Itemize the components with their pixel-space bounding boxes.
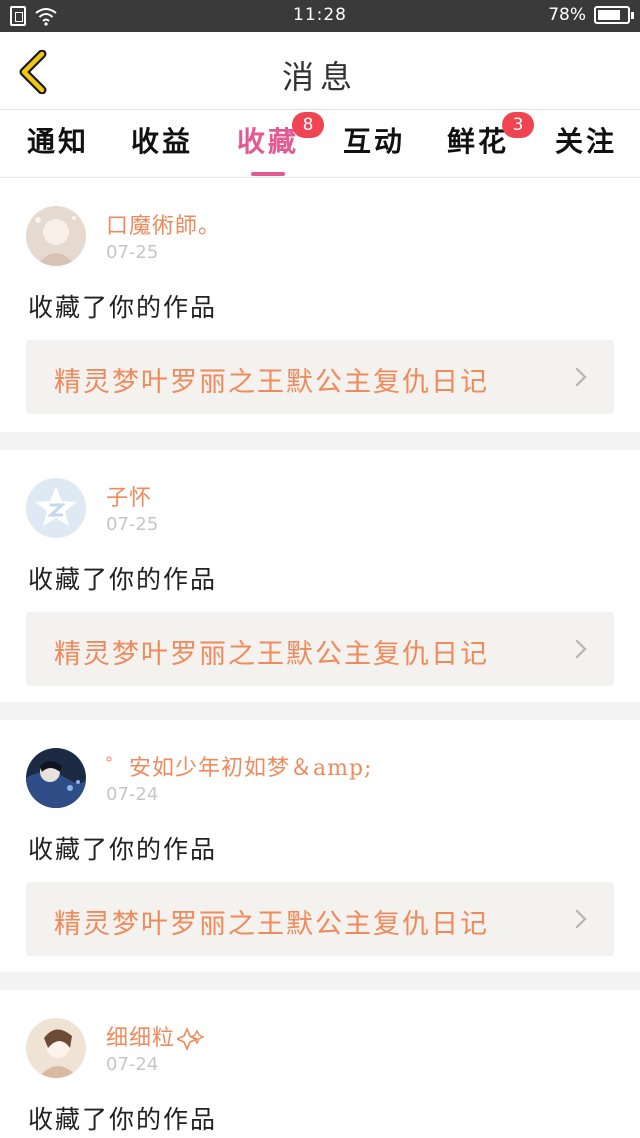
work-link[interactable]: 精灵梦叶罗丽之王默公主复仇日记 (26, 612, 614, 686)
avatar[interactable] (26, 206, 86, 266)
tab-label: 通知 (26, 125, 89, 158)
battery-icon (594, 6, 634, 24)
post-time: 07-24 (106, 784, 159, 805)
tab-badge: 3 (502, 112, 534, 138)
header: 消息 (0, 32, 640, 110)
battery-percent: 78% (548, 5, 586, 25)
user-name-text: 细细粒 (106, 1026, 176, 1051)
avatar[interactable] (26, 748, 86, 808)
tab-following[interactable]: 关注 (538, 120, 634, 176)
post-time: 07-25 (106, 514, 159, 535)
avatar-image (26, 478, 86, 538)
list-item: 细细粒 07-24 收藏了你的作品 (0, 990, 640, 1138)
chevron-right-icon (575, 639, 587, 659)
post-time: 07-25 (106, 242, 159, 263)
user-name[interactable]: 口魔術師。 (106, 208, 221, 240)
action-text: 收藏了你的作品 (28, 1105, 218, 1134)
list-item: ゜安如少年初如梦＆amp; 07-24 收藏了你的作品 精灵梦叶罗丽之王默公主复… (0, 720, 640, 972)
battery-fill (598, 10, 620, 20)
avatar[interactable] (26, 478, 86, 538)
tab-notifications[interactable]: 通知 (10, 120, 106, 176)
avatar-image (26, 748, 86, 808)
active-tab-indicator (251, 172, 285, 176)
status-bar: 11:28 78% (0, 0, 640, 32)
action-text: 收藏了你的作品 (28, 293, 218, 322)
chevron-right-icon (575, 909, 587, 929)
post-time: 07-24 (106, 1054, 159, 1075)
tab-label: 收藏 (236, 125, 299, 158)
tab-flowers[interactable]: 鲜花 3 (430, 112, 534, 176)
work-title: 精灵梦叶罗丽之王默公主复仇日记 (54, 367, 489, 398)
avatar-image (26, 206, 86, 266)
tab-label: 鲜花 (446, 125, 509, 158)
tab-favorites[interactable]: 收藏 8 (220, 112, 324, 176)
tab-label: 互动 (342, 125, 405, 158)
tab-badge: 8 (292, 112, 324, 138)
user-name[interactable]: ゜安如少年初如梦＆amp; (106, 750, 372, 782)
list-item: 子怀 07-25 收藏了你的作品 精灵梦叶罗丽之王默公主复仇日记 (0, 450, 640, 702)
page-title: 消息 (281, 58, 358, 96)
work-title: 精灵梦叶罗丽之王默公主复仇日记 (54, 909, 489, 940)
avatar-image (26, 1018, 86, 1078)
user-name[interactable]: 细细粒 (106, 1020, 205, 1052)
sparkle-icon (177, 1027, 205, 1051)
work-link[interactable]: 精灵梦叶罗丽之王默公主复仇日记 (26, 882, 614, 956)
tab-bar: 通知 收益 收藏 8 互动 鲜花 3 关注 (0, 110, 640, 178)
action-text: 收藏了你的作品 (28, 835, 218, 864)
work-link[interactable]: 精灵梦叶罗丽之王默公主复仇日记 (26, 340, 614, 414)
tab-earnings[interactable]: 收益 (114, 120, 210, 176)
tab-interactions[interactable]: 互动 (326, 120, 422, 176)
status-time: 11:28 (293, 5, 347, 25)
user-name[interactable]: 子怀 (106, 480, 152, 512)
status-right: 78% (548, 5, 634, 25)
action-text: 收藏了你的作品 (28, 565, 218, 594)
chevron-right-icon (575, 367, 587, 387)
list-item: 口魔術師。 07-25 收藏了你的作品 精灵梦叶罗丽之王默公主复仇日记 (0, 178, 640, 432)
tab-label: 收益 (130, 125, 193, 158)
work-title: 精灵梦叶罗丽之王默公主复仇日记 (54, 639, 489, 670)
avatar[interactable] (26, 1018, 86, 1078)
tab-label: 关注 (554, 125, 617, 158)
